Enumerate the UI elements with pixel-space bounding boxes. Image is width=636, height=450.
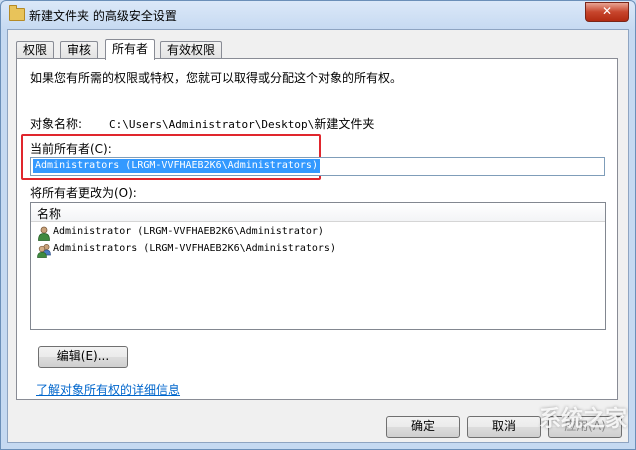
tab-owner[interactable]: 所有者: [105, 39, 156, 60]
list-item-label: Administrator (LRGM-VVFHAEB2K6\Administr…: [53, 226, 324, 237]
object-path: C:\Users\Administrator\Desktop\新建文件夹: [109, 115, 374, 132]
current-owner-value[interactable]: Administrators (LRGM-VVFHAEB2K6\Administ…: [33, 159, 320, 173]
tab-permissions[interactable]: 权限: [16, 41, 55, 59]
tab-auditing[interactable]: 审核: [60, 41, 99, 59]
dialog-body: 权限 审核 所有者 有效权限 如果您有所需的权限或特权，您就可以取得或分配这个对…: [7, 29, 629, 443]
column-name-label: 名称: [37, 207, 62, 221]
advanced-security-window: 新建文件夹 的高级安全设置 ✕ 权限 审核 所有者 有效权限 如果您有所需的权限…: [0, 0, 636, 450]
change-owner-label: 将所有者更改为(O):: [30, 186, 137, 200]
current-owner-label: 当前所有者(C):: [30, 142, 112, 156]
edit-button[interactable]: 编辑(E)...: [38, 346, 128, 368]
list-column-header[interactable]: 名称: [31, 203, 605, 222]
ok-button[interactable]: 确定: [386, 416, 460, 438]
list-item-label: Administrators (LRGM-VVFHAEB2K6\Administ…: [53, 243, 336, 254]
learn-more-link[interactable]: 了解对象所有权的详细信息: [36, 381, 180, 398]
watermark-logo: 系统之家: [538, 407, 627, 432]
title-bar[interactable]: 新建文件夹 的高级安全设置 ✕: [1, 1, 635, 31]
intro-text: 如果您有所需的权限或特权，您就可以取得或分配这个对象的所有权。: [30, 71, 403, 85]
new-owner-list[interactable]: 名称 Administrator (LRGM-VVFHAEB2K6\Admini…: [30, 202, 606, 330]
owner-tab-panel: 如果您有所需的权限或特权，您就可以取得或分配这个对象的所有权。 对象名称: C:…: [16, 58, 618, 400]
object-name-label: 对象名称:: [30, 117, 83, 131]
object-path-prefix: C:\Users\Administrator\Desktop\: [109, 118, 315, 131]
tab-effective-permissions[interactable]: 有效权限: [160, 41, 223, 59]
object-path-folder: 新建文件夹: [314, 117, 375, 131]
window-title: 新建文件夹 的高级安全设置: [29, 9, 177, 23]
user-icon: [38, 226, 50, 241]
current-owner-field[interactable]: Administrators (LRGM-VVFHAEB2K6\Administ…: [30, 157, 605, 176]
folder-icon: [9, 5, 25, 21]
close-button[interactable]: ✕: [585, 2, 629, 22]
group-icon: [37, 244, 51, 258]
